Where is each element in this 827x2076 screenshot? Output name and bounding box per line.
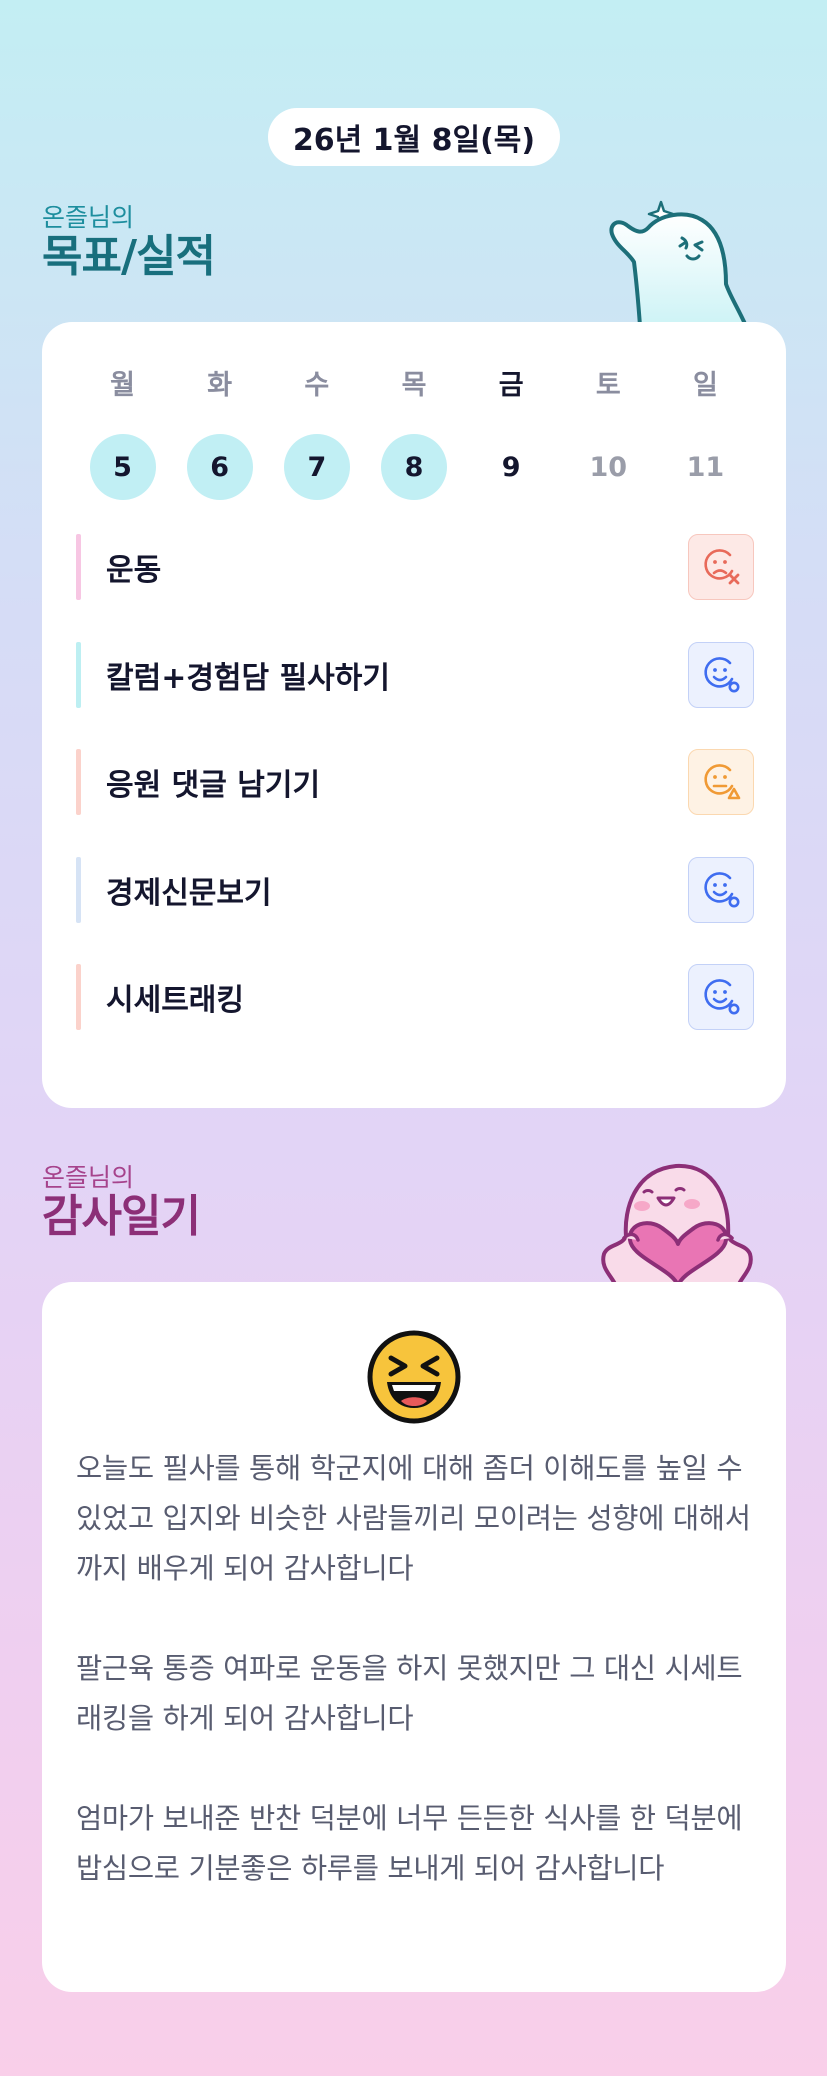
goals-owner-label: 온즐님의 (42, 203, 135, 232)
gratitude-owner-label: 온즐님의 (42, 1163, 135, 1192)
date-number: 11 (686, 451, 725, 483)
date-number: 6 (186, 434, 253, 500)
gratitude-entry: 오늘도 필사를 통해 학군지에 대해 좀더 이해도를 높일 수 있었고 입지와 … (76, 1444, 756, 1894)
neutral-face-triangle-icon (704, 764, 741, 800)
goal-label: 경제신문보기 (106, 875, 272, 911)
goal-status-button[interactable] (688, 856, 754, 923)
weekday-thu: 목 (401, 370, 427, 401)
gratitude-paragraph: 엄마가 보내준 반찬 덕분에 너무 든든한 식사를 한 덕분에 밥심으로 기분좋… (76, 1802, 743, 1885)
heart-hugging-mascot (598, 1158, 758, 1288)
goal-status-button[interactable] (688, 964, 754, 1030)
date-number: 10 (589, 451, 628, 483)
goal-item[interactable]: 경제신문보기 (76, 856, 754, 923)
goal-item[interactable]: 칼럼+경험담 필사하기 (76, 641, 754, 708)
goal-status-button[interactable] (688, 641, 754, 708)
goals-card: 월 화 수 목 금 토 일 5 6 7 8 9 10 11 운동 칼럼+경험담 … (42, 322, 786, 1108)
goals-section-heading: 온즐님의 목표/실적 (42, 203, 216, 282)
goal-label: 시세트래킹 (106, 983, 244, 1018)
date-cell-wed[interactable]: 7 (268, 434, 365, 500)
date-cell-sat[interactable]: 10 (560, 434, 657, 500)
goal-color-bar (76, 534, 81, 600)
weekday-sun: 일 (692, 370, 718, 401)
gratitude-paragraph: 팔근육 통증 여파로 운동을 하지 못했지만 그 대신 시세트래킹을 하게 되어… (76, 1652, 743, 1735)
goal-status-button[interactable] (688, 749, 754, 815)
goal-item[interactable]: 시세트래킹 (76, 964, 754, 1030)
date-cell-tue[interactable]: 6 (171, 434, 268, 500)
thumbs-up-ghost-mascot (598, 198, 758, 328)
week-calendar: 월 화 수 목 금 토 일 5 6 7 8 9 10 11 (74, 366, 754, 500)
goal-color-bar (76, 964, 81, 1030)
laughing-face-emoji-icon (367, 1330, 461, 1424)
date-number: 7 (283, 434, 350, 500)
goal-list: 운동 칼럼+경험담 필사하기 응원 댓글 남기기 경제신문보기 시세트래킹 (76, 534, 754, 1072)
date-cell-fri[interactable]: 9 (463, 434, 560, 500)
goal-label: 칼럼+경험담 필사하기 (106, 660, 390, 696)
date-row: 5 6 7 8 9 10 11 (74, 434, 754, 500)
weekday-fri: 금 (498, 370, 524, 401)
date-cell-mon[interactable]: 5 (74, 434, 171, 500)
weekday-header-row: 월 화 수 목 금 토 일 (74, 366, 754, 406)
date-number: 5 (89, 434, 156, 500)
smile-face-circle-icon (704, 979, 740, 1015)
date-cell-thu[interactable]: 8 (365, 434, 462, 500)
smile-face-circle-icon (704, 871, 740, 907)
gratitude-paragraph: 오늘도 필사를 통해 학군지에 대해 좀더 이해도를 높일 수 있었고 입지와 … (76, 1452, 751, 1585)
weekday-wed: 수 (304, 370, 330, 401)
smile-face-circle-icon (704, 656, 740, 692)
goal-color-bar (76, 749, 81, 815)
gratitude-section-heading: 온즐님의 감사일기 (42, 1163, 201, 1242)
date-cell-sun[interactable]: 11 (657, 434, 754, 500)
date-number: 9 (501, 451, 521, 483)
gratitude-card: 오늘도 필사를 통해 학군지에 대해 좀더 이해도를 높일 수 있었고 입지와 … (42, 1282, 786, 1992)
sad-face-x-icon (704, 549, 740, 585)
date-number: 8 (380, 434, 447, 500)
goal-color-bar (76, 641, 81, 708)
goal-label: 응원 댓글 남기기 (106, 768, 321, 803)
goal-label: 운동 (106, 553, 162, 588)
weekday-mon: 월 (110, 370, 135, 401)
gratitude-title: 감사일기 (42, 1191, 201, 1242)
goal-item[interactable]: 응원 댓글 남기기 (76, 749, 754, 815)
goal-item[interactable]: 운동 (76, 534, 754, 600)
goals-title: 목표/실적 (42, 231, 216, 282)
weekday-sat: 토 (595, 370, 621, 401)
goal-color-bar (76, 856, 81, 923)
date-header: 26년 1월 8일(목) (268, 108, 560, 166)
weekday-tue: 화 (207, 370, 233, 401)
goal-status-button[interactable] (688, 534, 754, 600)
